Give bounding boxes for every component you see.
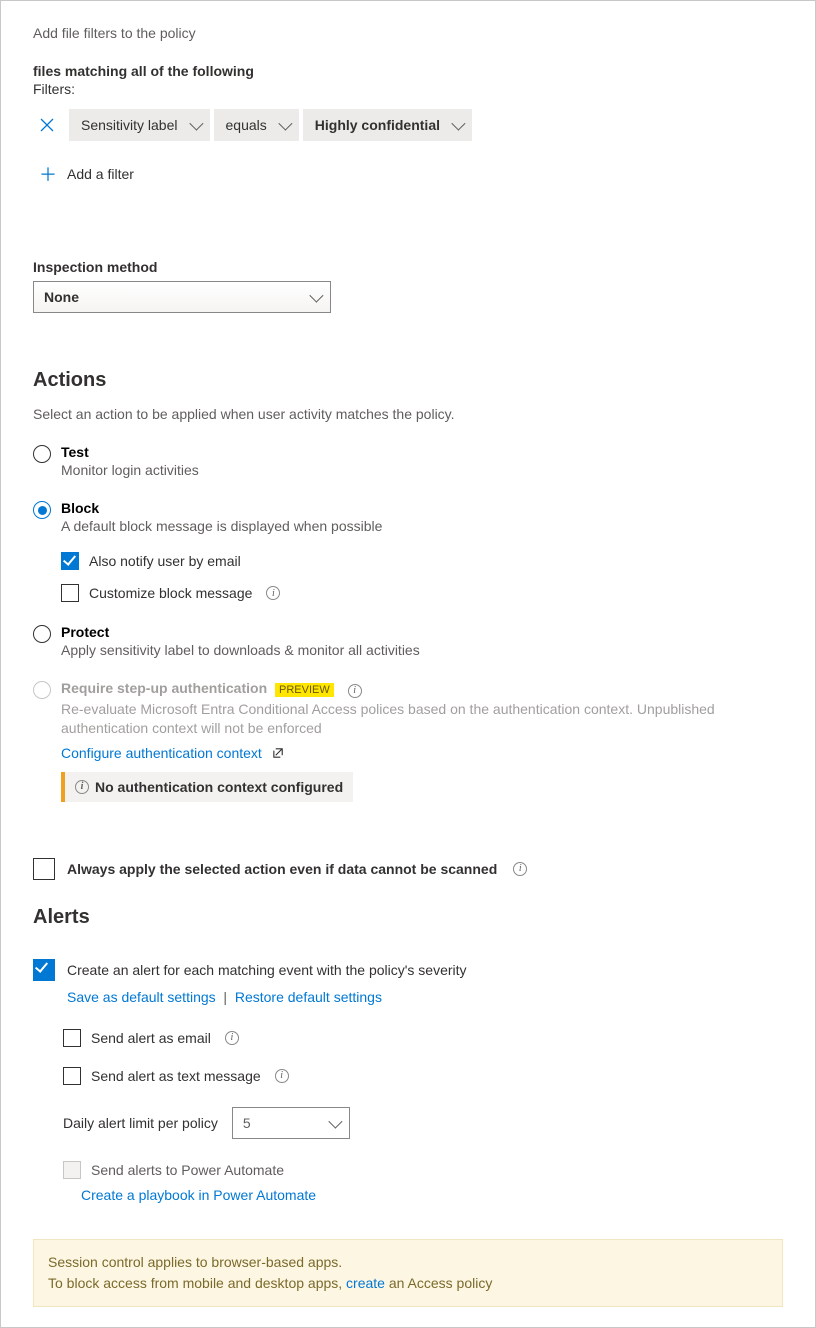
checkbox-customize-message[interactable] xyxy=(61,584,79,602)
checkbox-create-alert[interactable] xyxy=(33,959,55,981)
radio-stepup xyxy=(33,681,51,699)
send-text-label: Send alert as text message xyxy=(91,1068,261,1084)
info-icon[interactable]: i xyxy=(225,1031,239,1045)
checkbox-send-email[interactable] xyxy=(63,1029,81,1047)
filter-intro: Add file filters to the policy xyxy=(33,25,783,41)
checkbox-always-apply[interactable] xyxy=(33,858,55,880)
checkbox-send-text[interactable] xyxy=(63,1067,81,1085)
test-sub: Monitor login activities xyxy=(61,462,199,478)
external-link-icon xyxy=(272,746,285,762)
actions-description: Select an action to be applied when user… xyxy=(33,406,783,422)
alerts-heading: Alerts xyxy=(33,906,783,929)
info-icon: i xyxy=(75,780,89,794)
footer-line1: Session control applies to browser-based… xyxy=(48,1252,768,1273)
filter-value-label: Highly confidential xyxy=(315,117,440,133)
power-automate-label: Send alerts to Power Automate xyxy=(91,1162,284,1178)
chevron-down-icon xyxy=(451,117,465,131)
filter-value-dropdown[interactable]: Highly confidential xyxy=(303,109,472,141)
info-icon[interactable]: i xyxy=(275,1069,289,1083)
filter-attribute-dropdown[interactable]: Sensitivity label xyxy=(69,109,210,141)
daily-limit-value: 5 xyxy=(243,1115,251,1131)
add-filter-button[interactable]: ＋ Add a filter xyxy=(33,161,783,187)
test-label: Test xyxy=(61,444,199,460)
filters-label: Filters: xyxy=(33,81,783,97)
checkbox-notify-email[interactable] xyxy=(61,552,79,570)
info-icon[interactable]: i xyxy=(348,684,362,698)
stepup-label: Require step-up authentication xyxy=(61,680,267,696)
no-auth-context-warning: i No authentication context configured xyxy=(61,772,353,802)
plus-icon: ＋ xyxy=(39,161,53,187)
stepup-sub: Re-evaluate Microsoft Entra Conditional … xyxy=(61,700,741,739)
daily-limit-label: Daily alert limit per policy xyxy=(63,1115,218,1131)
always-apply-label: Always apply the selected action even if… xyxy=(67,861,497,877)
preview-badge: PREVIEW xyxy=(275,683,334,697)
create-playbook-link[interactable]: Create a playbook in Power Automate xyxy=(81,1187,316,1203)
radio-block[interactable] xyxy=(33,501,51,519)
add-filter-label: Add a filter xyxy=(67,166,134,182)
filter-matching-label: files matching all of the following xyxy=(33,63,254,79)
notify-email-label: Also notify user by email xyxy=(89,553,241,569)
create-alert-label: Create an alert for each matching event … xyxy=(67,962,467,978)
protect-sub: Apply sensitivity label to downloads & m… xyxy=(61,642,420,658)
chevron-down-icon xyxy=(189,117,203,131)
save-default-settings-link[interactable]: Save as default settings xyxy=(67,989,216,1005)
chevron-down-icon xyxy=(328,1114,342,1128)
info-icon[interactable]: i xyxy=(513,862,527,876)
block-label: Block xyxy=(61,500,382,516)
footer-line2a: To block access from mobile and desktop … xyxy=(48,1275,346,1291)
customize-message-label: Customize block message xyxy=(89,585,252,601)
footer-line2b: an Access policy xyxy=(385,1275,492,1291)
restore-default-settings-link[interactable]: Restore default settings xyxy=(235,989,382,1005)
actions-heading: Actions xyxy=(33,369,783,392)
inspection-method-value: None xyxy=(44,289,79,305)
block-sub: A default block message is displayed whe… xyxy=(61,518,382,534)
warning-text: No authentication context configured xyxy=(95,779,343,795)
footer-note: Session control applies to browser-based… xyxy=(33,1239,783,1307)
inspection-method-label: Inspection method xyxy=(33,259,783,275)
radio-test[interactable] xyxy=(33,445,51,463)
checkbox-power-automate xyxy=(63,1161,81,1179)
filter-operator-label: equals xyxy=(226,117,267,133)
footer-create-link[interactable]: create xyxy=(346,1275,385,1291)
chevron-down-icon xyxy=(278,117,292,131)
protect-label: Protect xyxy=(61,624,420,640)
filter-row: Sensitivity label equals Highly confiden… xyxy=(33,109,783,141)
separator: | xyxy=(220,989,235,1005)
filter-attribute-label: Sensitivity label xyxy=(81,117,178,133)
radio-protect[interactable] xyxy=(33,625,51,643)
chevron-down-icon xyxy=(309,289,323,303)
inspection-method-dropdown[interactable]: None xyxy=(33,281,331,313)
send-email-label: Send alert as email xyxy=(91,1030,211,1046)
filter-operator-dropdown[interactable]: equals xyxy=(214,109,299,141)
daily-limit-dropdown[interactable]: 5 xyxy=(232,1107,350,1139)
configure-auth-context-link[interactable]: Configure authentication context xyxy=(61,745,262,761)
remove-filter-icon[interactable] xyxy=(33,111,61,139)
info-icon[interactable]: i xyxy=(266,586,280,600)
